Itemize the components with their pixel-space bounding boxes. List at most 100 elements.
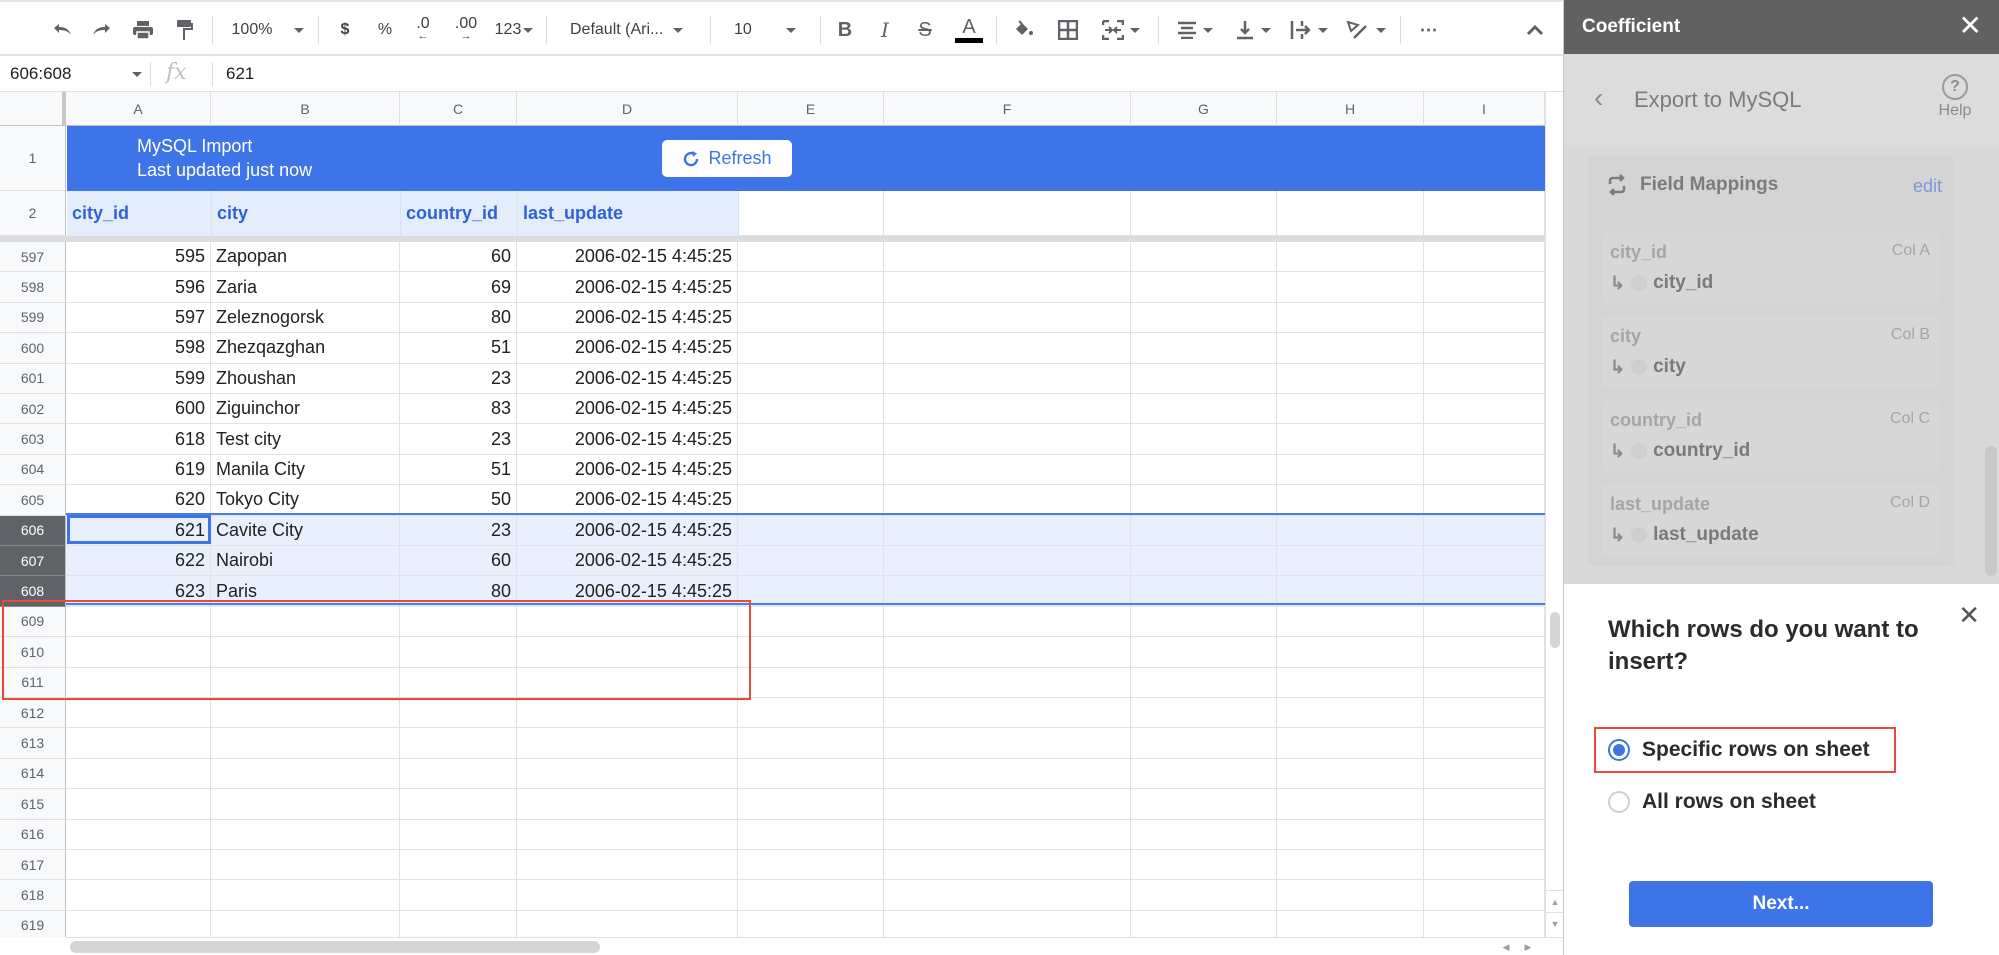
collapse-toolbar-button[interactable] (1520, 16, 1550, 44)
next-button[interactable]: Next... (1629, 881, 1933, 927)
cell[interactable] (738, 880, 884, 911)
cell[interactable] (1424, 515, 1545, 546)
cell[interactable] (400, 758, 517, 790)
cell[interactable] (884, 850, 1131, 881)
print-button[interactable] (128, 16, 158, 44)
column-header[interactable]: B (211, 92, 400, 126)
cell[interactable]: 50 (400, 485, 517, 516)
merge-cells-button[interactable] (1096, 16, 1146, 44)
edit-mappings-link[interactable]: edit (1913, 176, 1942, 197)
cell[interactable]: 2006-02-15 4:45:25 (517, 424, 738, 455)
cell[interactable]: 619 (66, 454, 211, 486)
cell[interactable]: 2006-02-15 4:45:25 (517, 546, 738, 577)
cell[interactable] (1277, 424, 1424, 455)
cell[interactable] (1277, 819, 1424, 850)
cell[interactable] (884, 485, 1131, 516)
cell[interactable] (1131, 191, 1277, 236)
cell[interactable] (211, 667, 400, 698)
row-header[interactable]: 598 (0, 272, 66, 303)
name-box[interactable]: 606:608 (10, 56, 142, 92)
cell[interactable]: 2006-02-15 4:45:25 (517, 454, 738, 486)
cell[interactable] (1131, 606, 1277, 638)
cell[interactable] (738, 667, 884, 698)
cell[interactable] (738, 546, 884, 577)
column-header[interactable]: E (738, 92, 884, 126)
cell[interactable] (884, 454, 1131, 486)
cell[interactable] (400, 637, 517, 668)
cell[interactable] (884, 242, 1131, 273)
cell[interactable] (66, 789, 211, 820)
cell[interactable]: 51 (400, 454, 517, 486)
cell[interactable]: Paris (211, 576, 400, 607)
cell[interactable]: Cavite City (211, 515, 400, 546)
column-name-cell[interactable]: country_id (401, 191, 518, 236)
scroll-up-button[interactable]: ▲ (1546, 890, 1564, 912)
cell[interactable] (400, 728, 517, 759)
cell[interactable] (1277, 910, 1424, 937)
vertical-scrollbar[interactable]: ▲ ▼ (1545, 92, 1564, 937)
cell[interactable]: 2006-02-15 4:45:25 (517, 363, 738, 394)
column-header[interactable]: A (66, 92, 211, 126)
strikethrough-button[interactable]: S (912, 16, 938, 44)
row-header[interactable]: 615 (0, 789, 66, 820)
cell[interactable] (1131, 242, 1277, 273)
cell[interactable] (517, 637, 738, 668)
cell[interactable] (1131, 394, 1277, 425)
cell[interactable] (884, 910, 1131, 937)
cell[interactable] (1277, 454, 1424, 486)
cell[interactable] (66, 758, 211, 790)
row-header[interactable]: 2 (0, 191, 66, 236)
row-header[interactable]: 618 (0, 880, 66, 911)
refresh-button[interactable]: Refresh (662, 140, 792, 177)
text-wrap-button[interactable] (1286, 16, 1332, 44)
cell[interactable] (884, 637, 1131, 668)
cell[interactable] (517, 910, 738, 937)
cell[interactable]: 621 (66, 515, 211, 546)
cell[interactable]: Nairobi (211, 546, 400, 577)
cell[interactable] (1277, 880, 1424, 911)
row-header[interactable]: 604 (0, 454, 66, 486)
cell[interactable] (1131, 880, 1277, 911)
cell[interactable] (400, 606, 517, 638)
row-header[interactable]: 609 (0, 606, 66, 638)
cell[interactable] (1277, 302, 1424, 334)
cell[interactable] (884, 394, 1131, 425)
cell[interactable]: Zhoushan (211, 363, 400, 394)
cell[interactable] (738, 606, 884, 638)
cell[interactable]: 83 (400, 394, 517, 425)
cell[interactable] (884, 758, 1131, 790)
cell[interactable] (1131, 546, 1277, 577)
cell[interactable] (884, 302, 1131, 334)
cell[interactable]: 596 (66, 272, 211, 303)
column-header[interactable]: C (400, 92, 517, 126)
radio-unselected[interactable] (1608, 791, 1630, 813)
cell[interactable] (1424, 606, 1545, 638)
cell[interactable] (211, 606, 400, 638)
cell[interactable] (400, 789, 517, 820)
cell[interactable] (1277, 394, 1424, 425)
cell[interactable]: 23 (400, 424, 517, 455)
cell[interactable] (1131, 454, 1277, 486)
vertical-align-button[interactable] (1230, 16, 1276, 44)
cell[interactable] (211, 698, 400, 729)
row-header[interactable]: 603 (0, 424, 66, 455)
cell[interactable] (1424, 758, 1545, 790)
cell[interactable] (1277, 333, 1424, 364)
cell[interactable] (1424, 191, 1545, 236)
cell[interactable] (738, 242, 884, 273)
cell[interactable] (1277, 546, 1424, 577)
select-all-corner[interactable] (0, 92, 66, 126)
cell[interactable]: 69 (400, 272, 517, 303)
cell[interactable]: Zeleznogorsk (211, 302, 400, 334)
cell[interactable] (211, 880, 400, 911)
cell[interactable] (1277, 606, 1424, 638)
cell[interactable]: 600 (66, 394, 211, 425)
row-header[interactable]: 602 (0, 394, 66, 425)
cell[interactable] (1131, 272, 1277, 303)
cell[interactable] (884, 789, 1131, 820)
cell[interactable] (1424, 728, 1545, 759)
cell[interactable] (1131, 333, 1277, 364)
cell[interactable] (1424, 454, 1545, 486)
cell[interactable] (1424, 242, 1545, 273)
cell[interactable] (884, 333, 1131, 364)
